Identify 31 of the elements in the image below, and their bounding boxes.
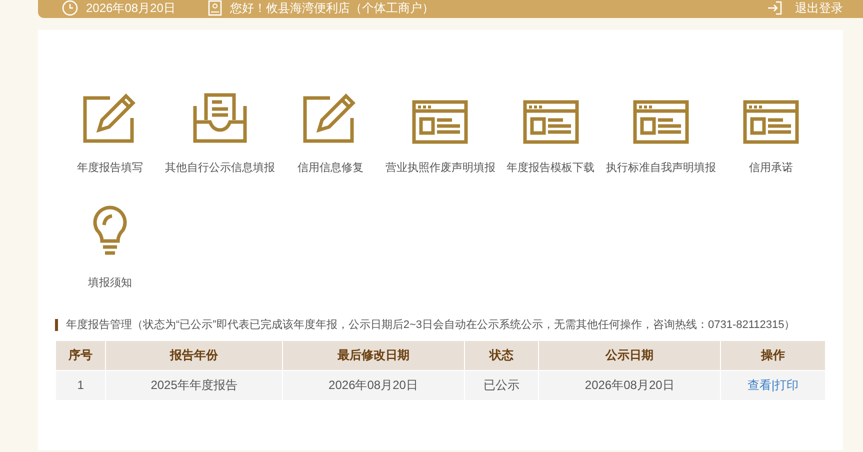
table-cell: 2026年08月20日 [538,370,721,400]
service-tile[interactable]: 营业执照作废声明填报 [385,82,496,176]
table-cell: 已公示 [464,370,539,400]
form-window-icon [522,100,579,144]
form-window-icon [412,100,468,144]
column-header: 操作 [720,340,826,370]
service-tile[interactable]: 信用信息修复 [275,82,386,176]
inbox-icon [192,92,248,144]
column-header: 状态 [464,340,539,370]
form-window-icon [742,100,799,144]
column-header: 报告年份 [106,340,282,370]
service-tile[interactable]: 年度报告模板下载 [496,82,606,176]
table-cell: 2026年08月20日 [282,370,464,400]
service-tile[interactable]: 填报须知 [55,196,166,291]
table-cell: 1 [56,370,106,400]
service-tile[interactable]: 年度报告填写 [55,82,166,176]
user-card-icon [208,0,222,16]
table-cell: 2025年年度报告 [106,370,282,400]
service-tile[interactable]: 信用承诺 [716,82,826,176]
section-marker [55,319,58,332]
service-tile[interactable]: 其他自行公示信息填报 [165,82,276,176]
date-text: 2026年08月20日 [86,2,176,14]
column-header: 最后修改日期 [282,340,464,370]
greeting-text: 您好！攸县海湾便利店（个体工商户） [230,2,434,14]
section-title: 年度报告管理（状态为“已公示”即代表已完成该年度年报，公示日期后2~3日会自动在公示系统公示，无需其他任何操作，咨询热线：0731-82112315） [66,318,796,333]
service-tile[interactable]: 执行标准自我声明填报 [606,82,716,176]
logout-icon [767,0,783,16]
clock-icon [62,0,78,16]
column-header: 公示日期 [538,340,721,370]
column-header: 序号 [56,340,106,370]
form-window-icon [632,100,689,144]
